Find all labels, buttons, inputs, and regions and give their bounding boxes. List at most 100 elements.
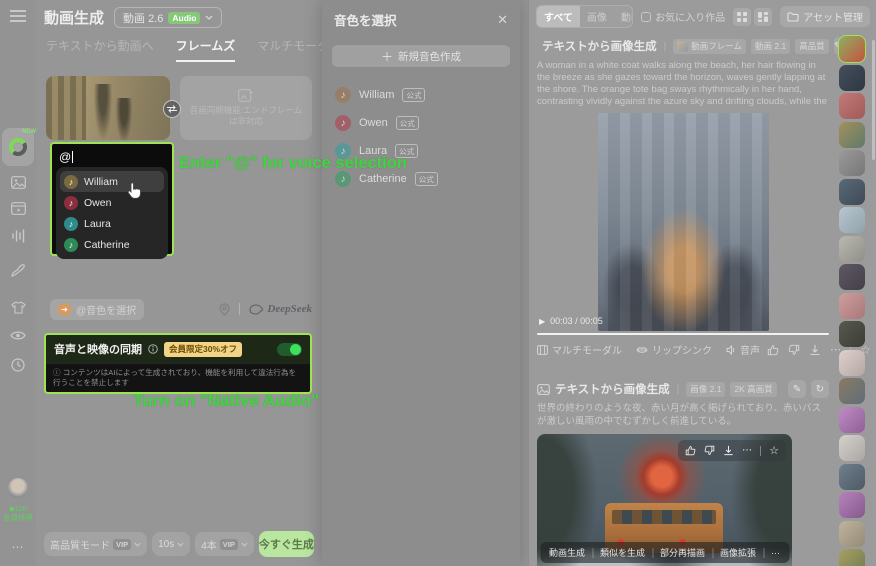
voice-option-owen[interactable]: ♪Owen	[60, 192, 164, 213]
model-badge: 画像 2.1	[686, 382, 725, 397]
location-button[interactable]	[219, 303, 230, 316]
thumbs-up-icon[interactable]	[767, 344, 779, 356]
star-icon[interactable]: ☆	[769, 444, 779, 457]
asset-thumbnail[interactable]	[839, 549, 865, 566]
end-frame-placeholder[interactable]: 音画同期機能:エンドフレーム は非対応	[180, 76, 312, 140]
scrollbar[interactable]	[872, 40, 875, 160]
sidebar-item-images[interactable]	[0, 176, 36, 189]
image-action-bar: 動画生成 類似を生成 部分再描画 画像拡張 ···	[540, 542, 789, 563]
asset-thumbnail[interactable]	[839, 264, 865, 290]
swap-frames-button[interactable]	[163, 100, 181, 118]
favorites-filter[interactable]: お気に入り作品	[641, 9, 725, 24]
prompt-input[interactable]: @	[56, 148, 168, 166]
voice-avatar-icon: ♪	[64, 217, 78, 231]
edit-prompt-button[interactable]: ✎	[788, 380, 806, 398]
asset-thumbnail[interactable]	[839, 65, 865, 91]
sidebar-item-video[interactable]	[0, 202, 36, 215]
asset-thumbnail[interactable]	[839, 321, 865, 347]
image-icon	[11, 176, 26, 189]
model-badge: 動画 2.1	[751, 39, 790, 54]
masonry-view-button[interactable]	[754, 8, 772, 26]
asset-thumbnail[interactable]	[839, 36, 865, 62]
user-avatar[interactable]	[0, 478, 36, 498]
thumbs-down-icon[interactable]	[704, 445, 715, 456]
asset-thumbnail[interactable]	[839, 93, 865, 119]
asset-thumbnail[interactable]	[839, 122, 865, 148]
asset-thumbnail[interactable]	[839, 236, 865, 262]
quality-mode-dropdown[interactable]: 高品質モード VIP	[44, 532, 147, 556]
audio-sync-highlight-box: 音声と映像の同期 会員限定30%オフ ⓘ コンテンツはAIによって生成されており…	[44, 333, 312, 394]
sidebar-item-wardrobe[interactable]	[0, 301, 36, 314]
duration-dropdown[interactable]: 10s	[152, 532, 190, 556]
sidebar-item-preview[interactable]	[0, 330, 36, 341]
hamburger-menu-button[interactable]	[0, 10, 36, 22]
sidebar-item-audio[interactable]	[0, 229, 36, 243]
similar-button[interactable]: 類似を生成	[600, 546, 645, 559]
credits-display[interactable]: ◆100 会員特典	[0, 504, 36, 522]
asset-thumbnail[interactable]	[839, 378, 865, 404]
prompt-text: 世界の終わりのような夜、赤い月が高く掲げられており、赤いバスが激しい風雨の中でむ…	[537, 402, 829, 429]
regenerate-button[interactable]: ↻	[811, 380, 829, 398]
asset-manage-button[interactable]: アセット管理	[780, 6, 870, 27]
play-icon[interactable]: ▶	[539, 317, 545, 326]
annotation-voice-selection: Enter "@" for voice selection	[179, 154, 407, 173]
eye-icon	[10, 330, 26, 341]
app-logo-tile[interactable]: NEW	[0, 128, 36, 166]
video-player[interactable]: ▶ 00:03 / 00:05	[537, 113, 829, 335]
download-icon[interactable]	[723, 445, 734, 456]
asset-thumbnail[interactable]	[839, 435, 865, 461]
voice-option-catherine[interactable]: ♪Catherine	[60, 234, 164, 255]
divider	[712, 548, 713, 558]
divider	[239, 303, 240, 315]
image-icon	[537, 384, 550, 395]
lipsync-button[interactable]: リップシンク	[636, 342, 712, 357]
more-button[interactable]: ···	[771, 548, 780, 558]
generated-image[interactable]: ⋯ ☆ 動画生成 類似を生成 部分再描画 画像拡張 ···	[537, 434, 792, 566]
audio-button[interactable]: 音声	[726, 342, 760, 357]
asset-thumbnail[interactable]	[839, 407, 865, 433]
download-icon[interactable]	[809, 344, 821, 356]
asset-thumbnail[interactable]	[839, 207, 865, 233]
close-icon[interactable]: ✕	[497, 12, 508, 28]
asset-thumbnail[interactable]	[839, 150, 865, 176]
filter-videos[interactable]: 動画	[614, 6, 633, 27]
voice-name: Catherine	[84, 239, 130, 251]
thumbs-down-icon[interactable]	[788, 344, 800, 356]
filter-all[interactable]: すべて	[537, 6, 580, 27]
asset-thumbnail[interactable]	[839, 350, 865, 376]
start-frame-thumbnail[interactable]	[46, 76, 170, 140]
modal-voice-owen[interactable]: ♪Owen公式	[322, 109, 520, 137]
sidebar-item-draw[interactable]	[0, 263, 36, 277]
voice-option-william[interactable]: ♪William	[60, 171, 164, 192]
tab-text-to-video[interactable]: テキストから動画へ	[46, 37, 154, 62]
asset-thumbnail[interactable]	[839, 464, 865, 490]
asset-thumbnail[interactable]	[839, 521, 865, 547]
more-options-button[interactable]: ⋯	[0, 540, 36, 554]
favorites-checkbox[interactable]	[641, 12, 651, 22]
generate-now-button[interactable]: 今すぐ生成	[259, 531, 314, 557]
voice-option-laura[interactable]: ♪ Laura	[60, 213, 164, 234]
voice-name: Laura	[84, 218, 111, 230]
grid-view-button[interactable]	[733, 8, 751, 26]
speaker-icon	[726, 345, 736, 355]
multimodal-button[interactable]: マルチモーダル	[537, 342, 622, 357]
frame-source-badge[interactable]: 動画フレーム	[673, 39, 746, 54]
more-actions-icon[interactable]: ⋯	[742, 445, 752, 456]
asset-thumbnail[interactable]	[839, 492, 865, 518]
modal-voice-william[interactable]: ♪William公式	[322, 81, 520, 109]
count-dropdown[interactable]: 4本 VIP	[195, 532, 254, 556]
asset-thumbnail[interactable]	[839, 293, 865, 319]
filter-images[interactable]: 画像	[580, 6, 614, 27]
sidebar-item-history[interactable]	[0, 358, 36, 372]
inpaint-button[interactable]: 部分再描画	[660, 546, 705, 559]
voice-select-button[interactable]: ➜ @音色を選択	[50, 299, 144, 320]
create-voice-button[interactable]: ＋ 新規音色作成	[332, 45, 510, 67]
model-selector-dropdown[interactable]: 動画 2.6 Audio	[114, 7, 222, 28]
progress-bar[interactable]	[537, 333, 829, 336]
native-audio-toggle[interactable]	[277, 343, 302, 356]
to-video-button[interactable]: 動画生成	[549, 546, 585, 559]
asset-thumbnail[interactable]	[839, 179, 865, 205]
expand-button[interactable]: 画像拡張	[720, 546, 756, 559]
thumbs-up-icon[interactable]	[685, 445, 696, 456]
tab-frames[interactable]: フレームズ	[176, 37, 236, 62]
